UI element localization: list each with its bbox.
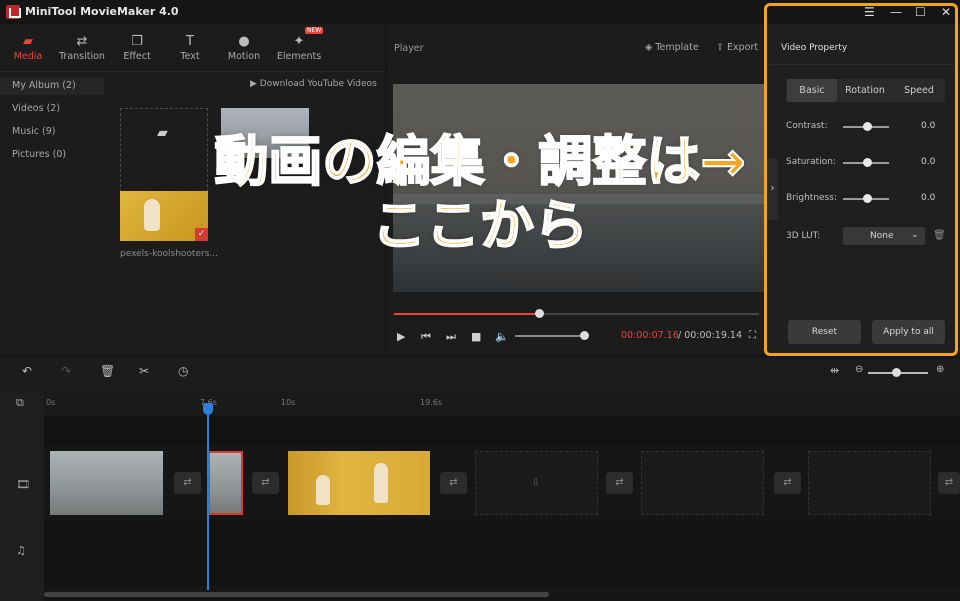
zoom-handle[interactable] (892, 368, 901, 377)
timeline-clip-dog[interactable] (288, 451, 430, 515)
transition-icon: ⇄ (76, 34, 88, 49)
prev-frame-icon[interactable]: ⏮ (421, 330, 431, 344)
thumb-caption: pexels-koolshooters... (120, 249, 218, 259)
music-track-icon: ♫ (16, 544, 26, 557)
tab-motion-label: Motion (227, 51, 261, 62)
highlight-frame (764, 3, 958, 356)
transition-slot[interactable]: ⇄ (938, 472, 960, 494)
tab-transition[interactable]: ⇄ Transition (55, 24, 109, 72)
add-track-icon[interactable]: ⧉ (16, 396, 24, 410)
effect-icon: ❐ (131, 34, 143, 49)
delete-icon[interactable]: 🗑 (100, 364, 115, 378)
empty-clip-slot[interactable] (808, 451, 931, 515)
total-time: / 00:00:19.14 (678, 330, 742, 341)
import-media-tile[interactable]: ▰ (120, 108, 208, 192)
current-time: 00:00:07.16 (621, 330, 679, 341)
empty-clip-slot[interactable] (641, 451, 764, 515)
playhead-handle[interactable] (203, 403, 213, 415)
app-logo-icon (6, 5, 21, 19)
player-label: Player (394, 43, 424, 54)
tab-elements-label: Elements (276, 51, 322, 62)
split-icon[interactable]: ✂ (139, 364, 149, 378)
tick-label: 10s (281, 398, 296, 407)
export-label: Export (726, 42, 759, 53)
timeline-ruler[interactable] (44, 388, 960, 416)
empty-clip-slot[interactable]: ⇩ (475, 451, 598, 515)
sidebar-item-music[interactable]: Music (9) (12, 126, 56, 137)
sidebar-item-videos[interactable]: Videos (2) (12, 103, 60, 114)
zoom-in-icon[interactable]: ⊕ (936, 364, 944, 375)
play-icon[interactable]: ▶ (397, 330, 405, 343)
volume-icon[interactable]: 🔈 (495, 330, 509, 343)
folder-icon: ▰ (157, 125, 168, 141)
elements-icon: ✦ (293, 34, 305, 49)
dog-figure (374, 463, 388, 503)
seek-handle[interactable] (535, 309, 544, 318)
sidebar-item-pictures[interactable]: Pictures (0) (12, 149, 66, 160)
redo-icon[interactable]: ↷ (61, 364, 71, 378)
tab-transition-label: Transition (59, 51, 105, 62)
next-frame-icon[interactable]: ⏭ (446, 330, 456, 344)
video-track-icon: 🎞 (16, 478, 30, 491)
new-badge: NEW (305, 27, 324, 34)
transition-slot[interactable]: ⇄ (252, 472, 279, 494)
transition-slot[interactable]: ⇄ (440, 472, 467, 494)
dog-figure (316, 475, 330, 505)
undo-icon[interactable]: ↶ (22, 364, 32, 378)
tab-text[interactable]: T Text (163, 24, 217, 72)
crop-icon[interactable]: ◷ (178, 364, 188, 378)
tick-label: 0s (46, 398, 56, 407)
timeline-scrollbar[interactable] (44, 592, 549, 597)
tab-effect-label: Effect (123, 51, 151, 62)
app-title: MiniTool MovieMaker 4.0 (25, 5, 179, 18)
tab-motion[interactable]: ● Motion (217, 24, 271, 72)
template-label: Template (655, 42, 699, 53)
video-preview[interactable] (393, 84, 765, 292)
layers-icon: ◈ (645, 42, 656, 53)
fit-timeline-icon[interactable]: ⇹ (830, 364, 839, 377)
track-headers (0, 388, 44, 601)
export-icon: ⇪ (716, 42, 727, 53)
text-icon: T (186, 34, 194, 49)
added-check-icon: ✓ (195, 228, 208, 241)
download-label: Download YouTube Videos (259, 79, 377, 89)
tab-effect[interactable]: ❐ Effect (110, 24, 164, 72)
tick-label: 19.6s (420, 398, 442, 407)
stop-icon[interactable]: ■ (471, 330, 481, 343)
tab-media-label: Media (13, 51, 43, 62)
timeline-clip-beach-1[interactable] (50, 451, 163, 515)
timeline-clip-beach-2-selected[interactable] (208, 451, 243, 515)
tab-media[interactable]: ▰ Media (1, 24, 55, 72)
export-button[interactable]: ⇪ Export (716, 42, 758, 53)
seek-progress (394, 313, 539, 315)
motion-icon: ● (238, 34, 250, 49)
tab-text-label: Text (180, 51, 200, 62)
import-icon: ⇩ (531, 476, 541, 489)
dog-figure (144, 199, 160, 231)
youtube-icon: ▶ (250, 79, 260, 89)
playhead[interactable] (207, 404, 209, 590)
media-thumb-beach[interactable] (221, 108, 309, 158)
sidebar-item-my-album[interactable]: My Album (2) (12, 80, 76, 91)
volume-handle[interactable] (580, 331, 589, 340)
folder-icon: ▰ (23, 34, 33, 49)
tab-elements[interactable]: ✦ NEW Elements (272, 24, 326, 72)
template-button[interactable]: ◈ Template (645, 42, 699, 53)
volume-slider[interactable] (515, 335, 585, 337)
transition-slot[interactable]: ⇄ (174, 472, 201, 494)
media-toolbar: ▰ Media ⇄ Transition ❐ Effect T Text ● M… (0, 24, 385, 72)
transition-slot[interactable]: ⇄ (774, 472, 801, 494)
fullscreen-icon[interactable]: ⛶ (749, 330, 756, 341)
transition-slot[interactable]: ⇄ (606, 472, 633, 494)
zoom-out-icon[interactable]: ⊖ (855, 364, 863, 375)
download-youtube-button[interactable]: ▶ Download YouTube Videos (250, 79, 377, 89)
